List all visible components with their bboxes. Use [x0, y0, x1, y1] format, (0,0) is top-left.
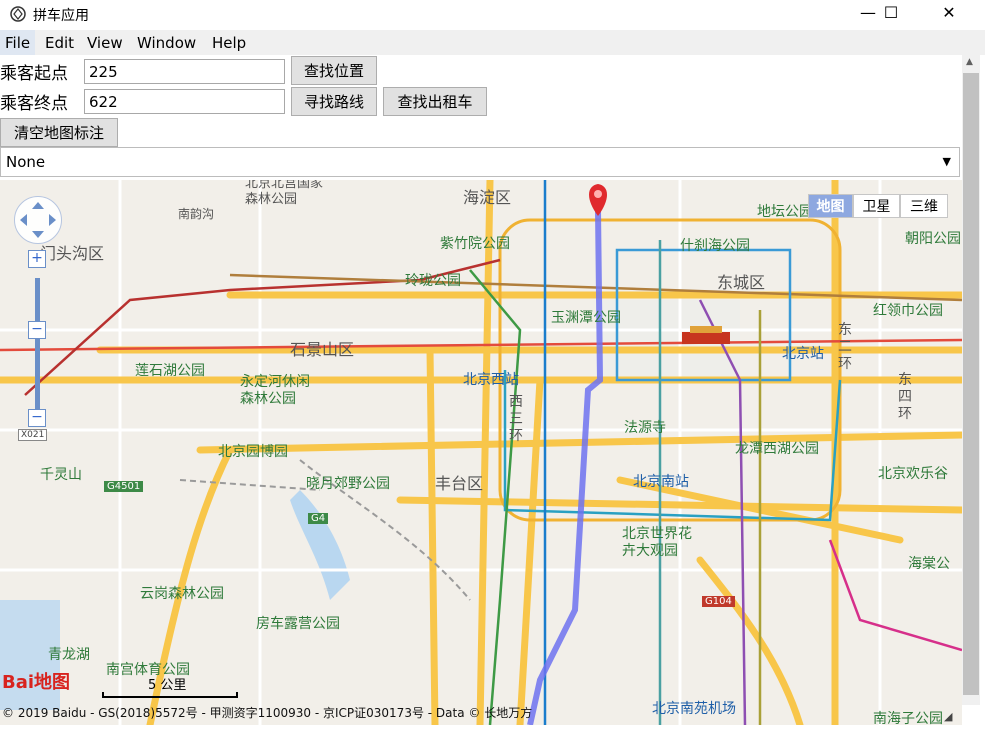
map-label: 北京欢乐谷	[878, 466, 948, 482]
map-label: 北京南站	[633, 474, 689, 490]
map-label: 东城区	[717, 273, 766, 292]
map-label: 北京北宫国家森林公园	[245, 180, 324, 207]
map-label: 晓月郊野公园	[306, 476, 390, 492]
close-button[interactable]: ✕	[926, 0, 972, 28]
map-label: 永定河休闲森林公园	[240, 374, 310, 407]
map-label: 龙潭西湖公园	[735, 441, 819, 457]
menu-edit[interactable]: Edit	[40, 30, 79, 55]
map-label: 丰台区	[435, 474, 484, 493]
map-label: 石景山区	[290, 340, 355, 359]
road-shield: X021	[18, 429, 48, 441]
map-label: 青龙湖	[48, 647, 90, 663]
map-label: 东二环	[838, 322, 852, 372]
copyright-text: © 2019 Baidu - GS(2018)5572号 - 甲测资字11009…	[2, 706, 533, 720]
start-label: 乘客起点	[0, 64, 68, 84]
select-value: None	[6, 153, 46, 171]
map-label: 海淀区	[463, 188, 512, 207]
clear-markers-button[interactable]: 清空地图标注	[0, 118, 118, 147]
menu-help[interactable]: Help	[207, 30, 251, 55]
menu-view[interactable]: View	[82, 30, 128, 55]
menu-file[interactable]: File	[0, 30, 36, 55]
scroll-up-icon[interactable]: ▲	[966, 57, 973, 67]
end-label: 乘客终点	[0, 94, 68, 114]
map-label: 玉渊潭公园	[551, 310, 621, 326]
find-location-button[interactable]: 查找位置	[291, 56, 377, 85]
map-label: 房车露营公园	[256, 616, 340, 632]
title-bar: 拼车应用 — ☐ ✕	[0, 0, 985, 30]
window-title: 拼车应用	[33, 8, 89, 24]
map-type-map-button[interactable]: 地图	[808, 194, 853, 218]
map-label: 玲珑公园	[405, 273, 461, 289]
map-label: 东四环	[898, 372, 912, 422]
map-label: 北京园博园	[218, 444, 288, 460]
map-label: 紫竹院公园	[440, 236, 510, 252]
map-label: 地坛公园	[757, 204, 813, 220]
dropdown-arrow-icon: ▼	[942, 155, 951, 168]
maximize-button[interactable]: ☐	[868, 0, 914, 28]
scale-bar	[102, 692, 238, 698]
map-label: 什刹海公园	[680, 238, 750, 254]
zoom-handle[interactable]: −	[28, 321, 46, 339]
map-label: 莲石湖公园	[135, 363, 205, 379]
map-type-satellite-button[interactable]: 卫星	[853, 194, 900, 218]
zoom-out-button[interactable]: −	[28, 409, 46, 427]
map-label: 红领巾公园	[873, 303, 943, 319]
pan-arrows-icon	[20, 202, 56, 238]
app-icon	[10, 6, 26, 22]
map-label: 门头沟区	[40, 244, 105, 263]
end-input[interactable]	[84, 89, 285, 114]
map-label: 南韵沟	[178, 207, 215, 221]
map-label: 南海子公园	[873, 711, 943, 725]
map-labels: 海淀区 北京北宫国家森林公园 南韵沟 门头沟区 紫竹院公园 什刹海公园 地坛公园…	[0, 180, 962, 725]
map-label: 北京世界花卉大观园	[622, 526, 692, 559]
route-select[interactable]: None ▼	[0, 147, 960, 177]
find-taxi-button[interactable]: 查找出租车	[383, 87, 487, 116]
baidu-logo: Bai地图	[2, 672, 71, 693]
road-shield: G4	[308, 513, 329, 524]
road-shield: G104	[702, 596, 735, 607]
pan-control[interactable]	[14, 196, 62, 244]
map-label: 千灵山	[40, 467, 82, 483]
scale-label: 5 公里	[148, 678, 187, 693]
control-panel: 乘客起点 查找位置 乘客终点 寻找路线 查找出租车 清空地图标注 None ▼	[0, 55, 962, 180]
map-label: 北京站	[782, 346, 824, 362]
find-route-button[interactable]: 寻找路线	[291, 87, 377, 116]
map-label: 西三环	[509, 394, 523, 444]
road-shield: G4501	[104, 481, 144, 492]
start-input[interactable]	[84, 59, 285, 84]
map-label: 北京西站	[463, 372, 519, 388]
map-label: 北京南苑机场	[652, 701, 736, 717]
map-type-3d-button[interactable]: 三维	[900, 194, 948, 218]
resize-grip-icon[interactable]: ◢	[944, 710, 958, 724]
map-view[interactable]: 海淀区 北京北宫国家森林公园 南韵沟 门头沟区 紫竹院公园 什刹海公园 地坛公园…	[0, 180, 962, 725]
menu-bar: File Edit View Window Help	[0, 30, 985, 55]
zoom-in-button[interactable]: +	[28, 250, 46, 268]
zoom-slider[interactable]	[35, 278, 40, 418]
map-label: 朝阳公园	[905, 231, 961, 247]
map-label: 海棠公	[908, 556, 950, 572]
map-label: 法源寺	[624, 420, 666, 436]
scroll-thumb[interactable]	[963, 73, 979, 695]
vertical-scrollbar[interactable]: ▲	[962, 55, 980, 705]
menu-window[interactable]: Window	[132, 30, 201, 55]
map-label: 云岗森林公园	[140, 586, 224, 602]
